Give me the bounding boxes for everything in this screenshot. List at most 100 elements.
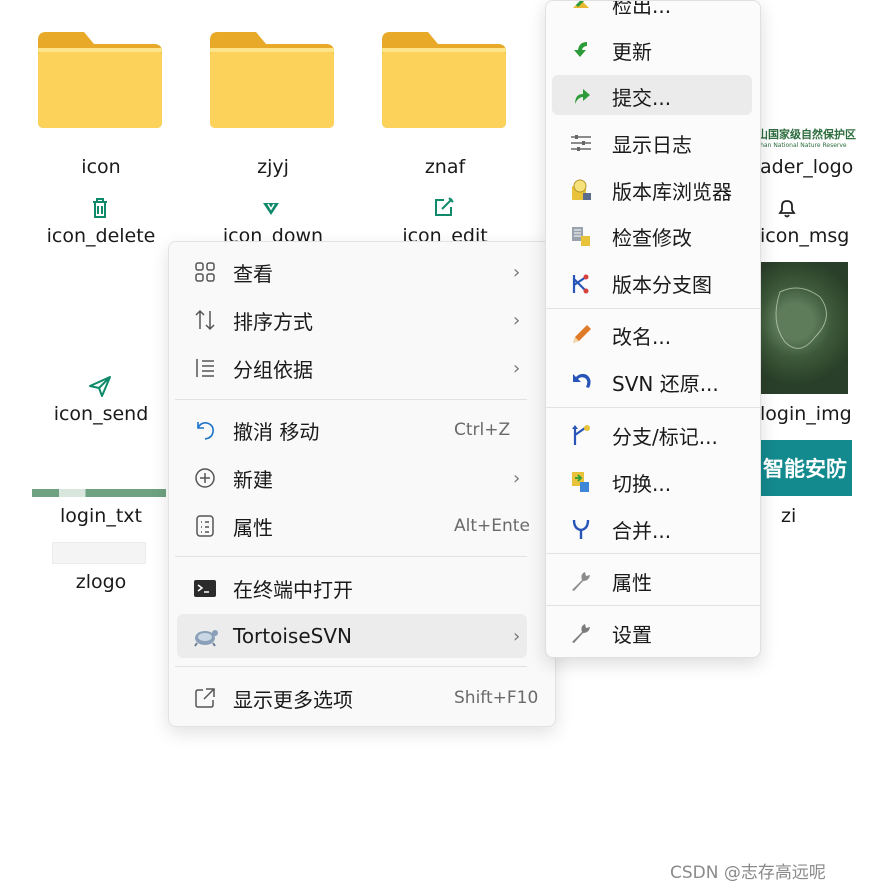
file-label-zi[interactable]: zi [781, 505, 796, 527]
svn-item-properties[interactable]: 属性 [552, 560, 752, 600]
svn-item-merge[interactable]: 合并... [552, 508, 752, 548]
shortcut-text: Alt+Ente [454, 516, 530, 536]
file-label-login-img[interactable]: login_img [760, 403, 852, 425]
login-txt-thumbnail[interactable] [32, 489, 166, 497]
properties-icon [191, 512, 219, 540]
menu-item-view[interactable]: 查看 › [177, 250, 527, 294]
folder-zjyj-graphic [210, 32, 334, 128]
menu-separator [175, 666, 527, 667]
folder-icon-graphic [38, 32, 162, 128]
menu-item-label: TortoiseSVN [233, 624, 352, 648]
merge-icon [568, 516, 594, 542]
checkout-icon [568, 1, 594, 17]
rename-icon [568, 322, 594, 348]
revision-graph-icon [568, 270, 594, 296]
zi-banner-thumbnail[interactable]: 智能安防 [758, 440, 852, 496]
svn-item-label: 检出... [612, 0, 672, 18]
download-icon[interactable] [258, 195, 284, 221]
menu-separator [546, 605, 760, 606]
settings-wrench-icon [568, 620, 594, 646]
sort-icon [191, 306, 219, 334]
svn-item-checkout[interactable]: 检出... [552, 0, 752, 23]
tortoise-icon [191, 622, 219, 650]
svn-item-settings[interactable]: 设置 [552, 612, 752, 652]
zi-banner-text: 智能安防 [763, 457, 847, 481]
svn-item-label: 更新 [612, 40, 652, 64]
menu-item-label: 属性 [233, 515, 273, 540]
chevron-right-icon: › [513, 467, 521, 489]
svn-item-label: 提交... [612, 86, 672, 110]
menu-item-undo-move[interactable]: 撤消 移动 Ctrl+Z [177, 408, 527, 452]
menu-separator [546, 407, 760, 408]
file-label-login-txt[interactable]: login_txt [21, 505, 181, 527]
shortcut-text: Shift+F10 [454, 688, 539, 708]
trash-icon[interactable] [87, 195, 113, 221]
menu-separator [175, 399, 527, 400]
chevron-right-icon: › [513, 309, 521, 331]
file-label-header-logo[interactable]: ader_logo [760, 156, 853, 178]
file-label-zlogo[interactable]: zlogo [21, 571, 181, 593]
tortoisesvn-submenu: 检出... 更新 提交... 显示日志 版本库浏览器 检查修改 版本分支图 改名… [545, 0, 761, 658]
svn-item-revision-graph[interactable]: 版本分支图 [552, 262, 752, 302]
file-label-icon-delete[interactable]: icon_delete [21, 225, 181, 247]
send-icon[interactable] [87, 373, 113, 399]
svn-item-label: 属性 [612, 571, 652, 595]
menu-item-label: 撤消 移动 [233, 419, 320, 444]
menu-item-label: 显示更多选项 [233, 687, 353, 712]
context-menu: 查看 › 排序方式 › 分组依据 › 撤消 移动 Ctrl+Z 新建 › 属性 … [168, 241, 556, 727]
watermark-text: CSDN @志存高远呢 [670, 863, 826, 883]
repo-browser-icon [568, 177, 594, 203]
svn-item-switch[interactable]: 切换... [552, 461, 752, 501]
plus-circle-icon [191, 464, 219, 492]
wrench-icon [568, 568, 594, 594]
menu-item-properties[interactable]: 属性 Alt+Ente [177, 504, 530, 548]
header-logo-thumbnail[interactable]: 山国家级自然保护区 shan National Nature Reserve [757, 126, 857, 152]
file-label-icon-send[interactable]: icon_send [21, 403, 181, 425]
folder-znaf[interactable] [380, 30, 508, 134]
folder-label-zjyj[interactable]: zjyj [193, 156, 353, 178]
svn-item-label: 版本分支图 [612, 273, 712, 297]
svn-item-revert[interactable]: SVN 还原... [552, 361, 752, 401]
switch-icon [568, 469, 594, 495]
grid-icon [191, 258, 219, 286]
menu-item-label: 分组依据 [233, 357, 313, 382]
svn-item-rename[interactable]: 改名... [552, 314, 752, 354]
svn-item-label: 改名... [612, 325, 672, 349]
update-icon [568, 37, 594, 63]
svn-item-repo-browser[interactable]: 版本库浏览器 [552, 169, 752, 209]
menu-separator [546, 308, 760, 309]
svn-item-label: 设置 [612, 623, 652, 647]
shortcut-text: Ctrl+Z [454, 420, 511, 440]
bell-icon[interactable] [774, 195, 800, 221]
svn-item-label: 切换... [612, 472, 672, 496]
map-overlay-graphic [775, 287, 827, 349]
folder-icon[interactable] [36, 30, 164, 134]
file-label-icon-msg[interactable]: icon_msg [760, 225, 849, 247]
header-logo-text: 山国家级自然保护区 [757, 128, 856, 141]
menu-item-sort-by[interactable]: 排序方式 › [177, 298, 527, 342]
svn-item-commit[interactable]: 提交... [552, 75, 752, 115]
menu-item-new[interactable]: 新建 › [177, 456, 527, 500]
svn-item-update[interactable]: 更新 [552, 29, 752, 69]
menu-item-open-in-terminal[interactable]: 在终端中打开 [177, 566, 527, 610]
svn-item-label: SVN 还原... [612, 372, 719, 396]
folder-zjyj[interactable] [208, 30, 336, 134]
log-icon [568, 130, 594, 156]
zlogo-thumbnail[interactable] [52, 542, 146, 564]
share-icon [191, 684, 219, 712]
folder-label-znaf[interactable]: znaf [365, 156, 525, 178]
edit-icon[interactable] [431, 194, 457, 220]
folder-label-icon[interactable]: icon [21, 156, 181, 178]
menu-item-tortoisesvn[interactable]: TortoiseSVN › [177, 614, 527, 658]
branch-tag-icon [568, 422, 594, 448]
menu-separator [546, 553, 760, 554]
menu-item-label: 排序方式 [233, 309, 313, 334]
svn-item-show-log[interactable]: 显示日志 [552, 122, 752, 162]
svn-item-check-modifications[interactable]: 检查修改 [552, 215, 752, 255]
commit-icon [568, 83, 594, 109]
svn-item-branch-tag[interactable]: 分支/标记... [552, 414, 752, 454]
svn-item-label: 分支/标记... [612, 425, 718, 449]
login-img-thumbnail[interactable] [760, 262, 848, 394]
menu-item-group-by[interactable]: 分组依据 › [177, 346, 527, 390]
menu-item-show-more-options[interactable]: 显示更多选项 Shift+F10 [177, 676, 538, 720]
